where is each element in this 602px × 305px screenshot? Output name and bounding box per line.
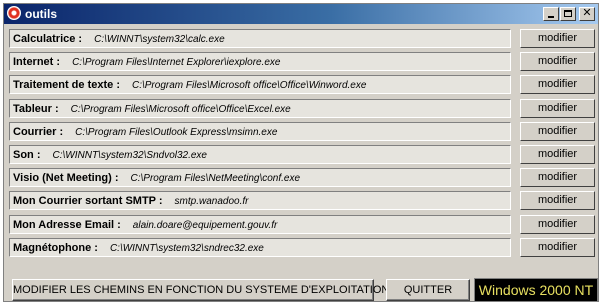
tool-row-tableur: Tableur : C:\Program Files\Microsoft offi… (9, 97, 595, 120)
modify-button-smtp[interactable]: modifier (520, 191, 595, 211)
tool-label: Tableur : (13, 102, 59, 115)
tool-list: Calculatrice : C:\WINNT\system32\calc.exe… (9, 27, 595, 259)
tool-label: Internet : (13, 56, 61, 69)
modify-button-tableur[interactable]: modifier (520, 98, 595, 118)
os-label: Windows 2000 NT (474, 278, 598, 301)
tool-path-field: Tableur : C:\Program Files\Microsoft offi… (9, 98, 511, 118)
outils-window: outils ✕ Calculatrice : C:\WINNT\system32… (3, 3, 599, 302)
bottom-bar: MODIFIER LES CHEMINS EN FONCTION DU SYST… (4, 278, 598, 301)
close-icon: ✕ (582, 6, 592, 19)
tool-path: C:\Program Files\Microsoft office\Office… (131, 80, 367, 92)
tool-path-field: Mon Courrier sortant SMTP : smtp.wanadoo.… (9, 191, 511, 211)
tool-row-email: Mon Adresse Email : alain.doare@equipemen… (9, 213, 595, 236)
tool-label: Courrier : (13, 125, 64, 138)
modify-button-traitement-de-texte[interactable]: modifier (520, 75, 595, 95)
window-title: outils (25, 7, 57, 21)
tool-path-field: Son : C:\WINNT\system32\Sndvol32.exe (9, 144, 511, 164)
minimize-icon (548, 16, 554, 18)
tool-path: C:\Program Files\Microsoft office\Office… (70, 103, 291, 115)
minimize-button[interactable] (543, 7, 559, 21)
tool-path: C:\WINNT\system32\Sndvol32.exe (52, 149, 208, 161)
tool-row-calculatrice: Calculatrice : C:\WINNT\system32\calc.exe… (9, 27, 595, 50)
tool-path: C:\WINNT\system32\calc.exe (94, 34, 225, 45)
tool-label: Mon Courrier sortant SMTP : (13, 195, 163, 208)
modify-button-internet[interactable]: modifier (520, 52, 595, 72)
tool-path: C:\Program Files\Internet Explorer\iexpl… (72, 57, 281, 69)
tool-path-field: Magnétophone : C:\WINNT\system32\sndrec32… (9, 237, 511, 257)
modify-paths-button[interactable]: MODIFIER LES CHEMINS EN FONCTION DU SYST… (12, 279, 389, 301)
tool-label: Calculatrice : (13, 33, 83, 45)
window-controls: ✕ (543, 6, 595, 21)
maximize-button[interactable] (560, 7, 576, 21)
tool-row-magnetophone: Magnétophone : C:\WINNT\system32\sndrec32… (9, 236, 595, 259)
tool-label: Mon Adresse Email : (13, 218, 121, 231)
tool-path-field: Traitement de texte : C:\Program Files\Mi… (9, 75, 511, 95)
tool-path: C:\WINNT\system32\sndrec32.exe (109, 242, 264, 254)
modify-button-magnetophone[interactable]: modifier (520, 237, 595, 257)
tool-path-field: Visio (Net Meeting) : C:\Program Files\Ne… (9, 168, 511, 188)
quit-button[interactable]: QUITTER (386, 279, 470, 301)
tool-row-internet: Internet : C:\Program Files\Internet Expl… (9, 50, 595, 73)
tool-path: smtp.wanadoo.fr (174, 196, 249, 208)
tool-label: Magnétophone : (13, 241, 98, 254)
tool-row-son: Son : C:\WINNT\system32\Sndvol32.exe modi… (9, 143, 595, 166)
tool-path-field: Courrier : C:\Program Files\Outlook Expre… (9, 121, 511, 141)
tool-row-courrier: Courrier : C:\Program Files\Outlook Expre… (9, 120, 595, 143)
tool-path: C:\Program Files\Outlook Express\msimn.e… (75, 126, 278, 138)
modify-button-email[interactable]: modifier (520, 214, 595, 234)
title-bar[interactable]: outils ✕ (4, 4, 598, 24)
tool-label: Son : (13, 148, 41, 161)
tool-row-traitement-de-texte: Traitement de texte : C:\Program Files\Mi… (9, 73, 595, 96)
tool-row-smtp: Mon Courrier sortant SMTP : smtp.wanadoo.… (9, 189, 595, 212)
tool-row-visio: Visio (Net Meeting) : C:\Program Files\Ne… (9, 166, 595, 189)
tool-path-field: Calculatrice : C:\WINNT\system32\calc.exe (9, 29, 511, 48)
app-icon (7, 6, 21, 20)
close-button[interactable]: ✕ (579, 6, 595, 21)
modify-button-son[interactable]: modifier (520, 144, 595, 164)
tool-path-field: Internet : C:\Program Files\Internet Expl… (9, 52, 511, 72)
maximize-icon (564, 10, 572, 17)
tool-label: Traitement de texte : (13, 79, 120, 92)
modify-button-visio[interactable]: modifier (520, 168, 595, 188)
tool-label: Visio (Net Meeting) : (13, 172, 119, 185)
tool-path: alain.doare@equipement.gouv.fr (132, 219, 278, 231)
tool-path: C:\Program Files\NetMeeting\conf.exe (130, 173, 301, 185)
tool-path-field: Mon Adresse Email : alain.doare@equipemen… (9, 214, 511, 234)
modify-button-calculatrice[interactable]: modifier (520, 29, 595, 48)
modify-button-courrier[interactable]: modifier (520, 121, 595, 141)
